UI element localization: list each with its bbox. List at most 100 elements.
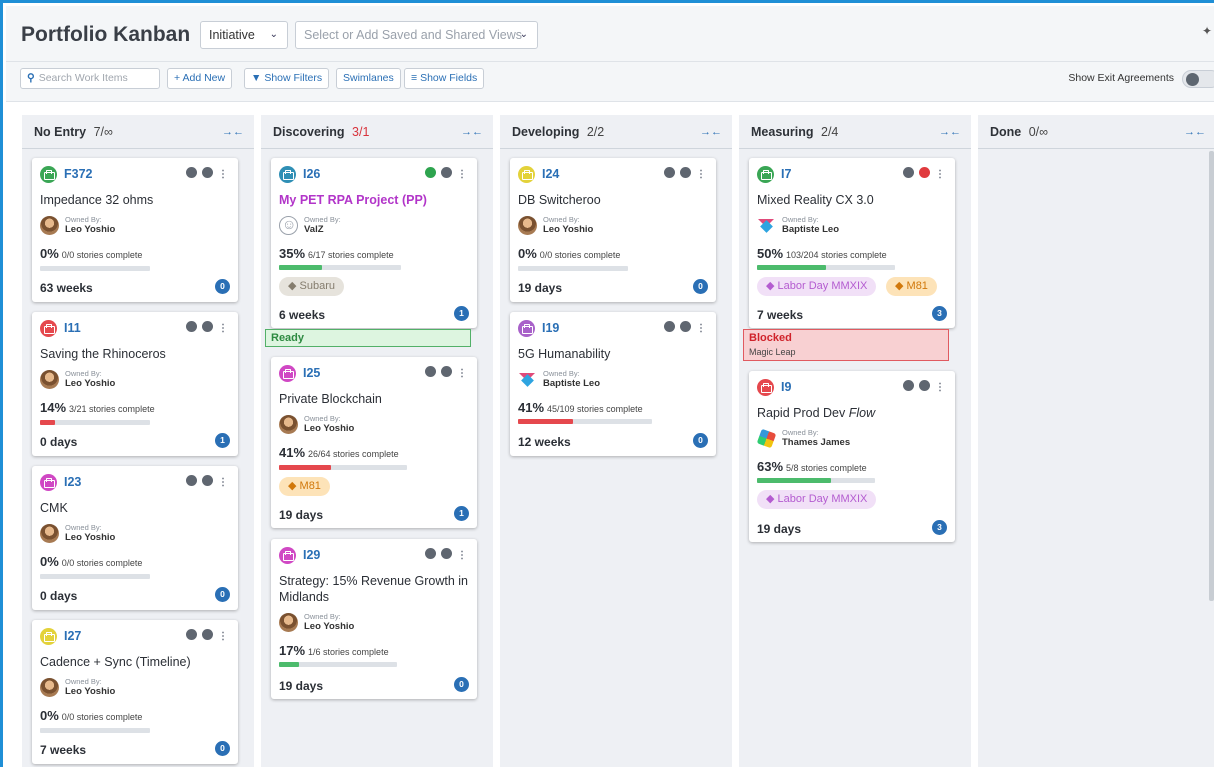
stories-complete: 103/204 stories complete [786,250,887,260]
tag-pill[interactable]: ◆ Subaru [279,277,345,296]
board-scrollbar[interactable] [1209,151,1214,601]
card-id[interactable]: I25 [303,366,320,380]
column-header: Discovering 3/1 →← [261,115,493,149]
collapse-arrows-icon[interactable]: →← [222,115,244,149]
collapse-arrows-icon[interactable]: →← [700,115,722,149]
discussion-icon[interactable]: 3 [932,520,947,535]
card-id[interactable]: I19 [542,321,559,335]
more-icon[interactable]: ⋮ [457,368,469,379]
add-new-button[interactable]: + Add New [167,68,233,89]
check-icon[interactable] [664,167,676,178]
card-id[interactable]: I7 [781,167,791,181]
more-icon[interactable]: ⋮ [457,550,469,561]
work-item-card[interactable]: I7 ⋮ Mixed Reality CX 3.0 Owned By: Bapti… [749,158,955,328]
discussion-icon[interactable]: 0 [215,587,230,602]
check-icon[interactable] [425,548,437,559]
more-icon[interactable]: ⋮ [457,169,469,180]
more-icon[interactable]: ⋮ [218,323,230,334]
discussion-icon[interactable]: 1 [454,306,469,321]
check-icon[interactable] [903,380,915,391]
work-item-card[interactable]: I9 ⋮ Rapid Prod Dev Flow Owned By: Thames… [749,371,955,542]
more-icon[interactable]: ⋮ [218,631,230,642]
stories-complete: 6/17 stories complete [308,250,394,260]
edit-icon[interactable] [680,167,692,178]
show-fields-button[interactable]: ≡ Show Fields [404,68,485,89]
card-id[interactable]: I11 [64,321,81,335]
check-icon[interactable] [186,167,198,178]
stories-complete: 0/0 stories complete [61,558,143,568]
card-actions: ⋮ [425,548,469,561]
check-icon[interactable] [425,366,437,377]
discussion-icon[interactable]: 0 [693,433,708,448]
swimlanes-button[interactable]: Swimlanes [336,68,401,89]
tag-pill[interactable]: ◆ Labor Day MMXIX [757,277,877,296]
level-select[interactable]: Initiative ⌄ [200,21,288,49]
tag-label: M81 [906,280,928,292]
check-icon[interactable] [186,475,198,486]
search-input[interactable]: ⚲ Search Work Items [20,68,160,89]
column-name: Developing [512,125,580,139]
check-icon[interactable] [186,321,198,332]
discussion-icon[interactable]: 0 [215,741,230,756]
check-icon[interactable] [186,629,198,640]
more-icon[interactable]: ⋮ [218,169,230,180]
edit-icon[interactable] [680,321,692,332]
discussion-icon[interactable]: 1 [454,506,469,521]
more-icon[interactable]: ⋮ [696,323,708,334]
column-name: No Entry [34,125,87,139]
collapse-arrows-icon[interactable]: →← [461,115,483,149]
tag-pill[interactable]: ◆ M81 [279,477,330,496]
card-progress-text: 35% 6/17 stories complete [279,246,394,261]
tag-pill[interactable]: ◆ Labor Day MMXIX [757,490,877,509]
check-icon[interactable] [664,321,676,332]
edit-icon[interactable] [202,475,214,486]
work-item-card[interactable]: F372 ⋮ Impedance 32 ohms Owned By: Leo Yo… [32,158,238,302]
card-id[interactable]: I23 [64,475,81,489]
more-icon[interactable]: ⋮ [696,169,708,180]
tag-pill[interactable]: ◆ M81 [886,277,937,296]
more-icon[interactable]: ⋮ [935,382,947,393]
card-id[interactable]: F372 [64,167,93,181]
edit-icon[interactable] [919,380,931,391]
views-select[interactable]: Select or Add Saved and Shared Views ⌄ [295,21,538,49]
edit-icon[interactable] [441,167,453,178]
edit-icon[interactable] [441,548,453,559]
edit-icon[interactable] [919,167,931,178]
edit-icon[interactable] [441,366,453,377]
work-item-card[interactable]: I19 ⋮ 5G Humanability Owned By: Baptiste … [510,312,716,456]
work-item-card[interactable]: I25 ⋮ Private Blockchain Owned By: Leo Yo… [271,357,477,528]
card-id[interactable]: I27 [64,629,81,643]
card-id[interactable]: I29 [303,548,320,562]
check-icon[interactable] [425,167,437,178]
discussion-icon[interactable]: 3 [932,306,947,321]
edit-icon[interactable] [202,167,214,178]
more-icon[interactable]: ⋮ [218,477,230,488]
discussion-icon[interactable]: 0 [693,279,708,294]
work-item-card[interactable]: I24 ⋮ DB Switcheroo Owned By: Leo Yoshio … [510,158,716,302]
exit-agreements-toggle[interactable] [1182,70,1214,88]
discussion-icon[interactable]: 0 [215,279,230,294]
card-duration: 19 days [279,679,324,693]
edit-icon[interactable] [202,629,214,640]
edit-icon[interactable] [202,321,214,332]
card-progress-text: 63% 5/8 stories complete [757,459,867,474]
work-item-card[interactable]: I23 ⋮ CMK Owned By: Leo Yoshio 0% 0/0 stor… [32,466,238,610]
work-item-card[interactable]: I11 ⋮ Saving the Rhinoceros Owned By: Leo… [32,312,238,456]
work-item-card[interactable]: I26 ⋮ My PET RPA Project (PP) Owned By:V… [271,158,477,328]
collapse-arrows-icon[interactable]: →← [1184,115,1206,149]
pin-icon[interactable]: ✦ [1202,24,1212,38]
more-icon[interactable]: ⋮ [935,169,947,180]
card-id[interactable]: I26 [303,167,320,181]
show-filters-button[interactable]: ▼ Show Filters [244,68,330,89]
tag-diamond-icon: ◆ [766,280,775,292]
work-item-card[interactable]: I27 ⋮ Cadence + Sync (Timeline) Owned By… [32,620,238,764]
work-item-card[interactable]: I29 ⋮ Strategy: 15% Revenue Growth in Mi… [271,539,477,699]
discussion-icon[interactable]: 1 [215,433,230,448]
card-id[interactable]: I24 [542,167,559,181]
card-id[interactable]: I9 [781,380,791,394]
discussion-icon[interactable]: 0 [454,677,469,692]
collapse-arrows-icon[interactable]: →← [939,115,961,149]
check-icon[interactable] [903,167,915,178]
column-header: Measuring 2/4 →← [739,115,971,149]
progress-percent: 0% [40,246,59,261]
